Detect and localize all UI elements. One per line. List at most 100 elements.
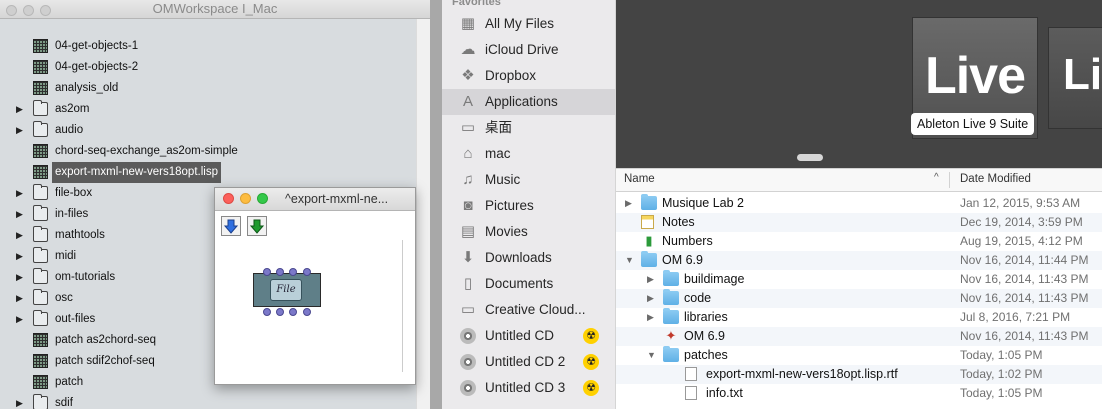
output-arrow-button[interactable] [247, 216, 267, 236]
sidebar-item[interactable]: Untitled CD 2 ☢ [442, 349, 615, 375]
workspace-item-label: out-files [55, 313, 96, 325]
eject-icon[interactable]: ☢ [583, 354, 599, 370]
disclosure-triangle-icon[interactable]: ▶ [16, 99, 23, 120]
disclosure-triangle-icon[interactable]: ▶ [16, 246, 23, 267]
sidebar-item[interactable]: ⬇ Downloads [442, 245, 615, 271]
file-row[interactable]: Notes Dec 19, 2014, 3:59 PM [616, 213, 1102, 232]
disclosure-triangle-icon[interactable]: ▶ [16, 393, 23, 409]
sidebar-item[interactable]: Untitled CD ☢ [442, 323, 615, 349]
column-divider[interactable] [949, 172, 950, 188]
workspace-item[interactable]: analysis_old [0, 78, 417, 99]
file-row[interactable]: ▶ code Nov 16, 2014, 11:43 PM [616, 289, 1102, 308]
folder-icon [663, 346, 679, 362]
disclosure-triangle-icon[interactable]: ▼ [625, 251, 634, 270]
close-button[interactable] [223, 193, 234, 204]
patch-titlebar[interactable]: ^export-mxml-ne... [215, 188, 415, 211]
cover-flow-scrollbar[interactable] [797, 154, 823, 161]
folder-icon [33, 226, 48, 242]
outlet[interactable] [289, 308, 297, 316]
disclosure-triangle-icon[interactable]: ▶ [16, 120, 23, 141]
disclosure-triangle-icon[interactable]: ▶ [647, 289, 654, 308]
disclosure-triangle-icon[interactable]: ▼ [647, 346, 656, 365]
file-row[interactable]: ▼ patches Today, 1:05 PM [616, 346, 1102, 365]
column-header-date[interactable]: Date Modified [960, 173, 1031, 185]
disclosure-triangle-icon[interactable]: ▶ [647, 270, 654, 289]
minimize-button[interactable] [240, 193, 251, 204]
close-button[interactable] [6, 5, 17, 16]
minimize-button[interactable] [23, 5, 34, 16]
file-box-object[interactable]: File [253, 273, 321, 307]
disclosure-triangle-icon[interactable]: ▶ [16, 267, 23, 288]
workspace-item[interactable]: 04-get-objects-2 [0, 57, 417, 78]
workspace-scrollbar[interactable] [416, 19, 430, 409]
inlet[interactable] [289, 268, 297, 276]
patch-canvas-edge [402, 240, 403, 372]
file-row[interactable]: ▶ buildimage Nov 16, 2014, 11:43 PM [616, 270, 1102, 289]
workspace-item[interactable]: ▶ audio [0, 120, 417, 141]
folder-icon [663, 308, 679, 324]
sidebar-item[interactable]: ▤ Movies [442, 219, 615, 245]
sidebar-item-label: 桌面 [485, 120, 512, 135]
sidebar-item[interactable]: A Applications [442, 89, 615, 115]
inlet[interactable] [303, 268, 311, 276]
sidebar-item[interactable]: ❖ Dropbox [442, 63, 615, 89]
disclosure-triangle-icon[interactable]: ▶ [625, 194, 632, 213]
sidebar-item-label: Untitled CD 2 [485, 354, 566, 369]
workspace-item[interactable]: 04-get-objects-1 [0, 36, 417, 57]
workspace-item[interactable]: ▶ sdif [0, 393, 417, 409]
ableton-live-icon-secondary[interactable]: Liv [1048, 27, 1102, 129]
disclosure-triangle-icon[interactable]: ▶ [16, 225, 23, 246]
workspace-item-label: chord-seq-exchange_as2om-simple [55, 145, 238, 157]
input-arrow-button[interactable] [221, 216, 241, 236]
workspace-item[interactable]: ▶ as2om [0, 99, 417, 120]
eject-icon[interactable]: ☢ [583, 328, 599, 344]
outlet[interactable] [303, 308, 311, 316]
disclosure-triangle-icon[interactable]: ▶ [16, 288, 23, 309]
file-row[interactable]: ▶ libraries Jul 8, 2016, 7:21 PM [616, 308, 1102, 327]
disclosure-triangle-icon[interactable]: ▶ [16, 309, 23, 330]
file-date: Nov 16, 2014, 11:44 PM [960, 253, 1089, 267]
file-row[interactable]: info.txt Today, 1:05 PM [616, 384, 1102, 403]
eject-icon[interactable]: ☢ [583, 380, 599, 396]
column-header-name[interactable]: Name [624, 173, 655, 185]
cover-flow-label: Ableton Live 9 Suite [911, 113, 1035, 135]
live-icon-text: Live [924, 47, 1026, 105]
file-row[interactable]: ✦ OM 6.9 Nov 16, 2014, 11:43 PM [616, 327, 1102, 346]
workspace-item[interactable]: export-mxml-new-vers18opt.lisp [0, 162, 417, 183]
finder-sidebar: Favorites ▦ All My Files ☁ iCloud Drive ❖ Dro… [442, 0, 616, 409]
folder-icon [33, 121, 48, 137]
zoom-button[interactable] [257, 193, 268, 204]
sidebar-item[interactable]: ⌂ mac [442, 141, 615, 167]
sidebar-item[interactable]: ◙ Pictures [442, 193, 615, 219]
sidebar-item-label: Movies [485, 224, 528, 239]
inlet[interactable] [263, 268, 271, 276]
sidebar-item[interactable]: Untitled CD 3 ☢ [442, 375, 615, 401]
sidebar-item[interactable]: ▯ Documents [442, 271, 615, 297]
disclosure-triangle-icon[interactable]: ▶ [647, 308, 654, 327]
workspace-item[interactable]: chord-seq-exchange_as2om-simple [0, 141, 417, 162]
disclosure-triangle-icon[interactable]: ▶ [16, 183, 23, 204]
sidebar-item[interactable]: ▭ Creative Cloud... [442, 297, 615, 323]
sidebar-item[interactable]: ♫ Music [442, 167, 615, 193]
disclosure-triangle-icon[interactable]: ▶ [16, 204, 23, 225]
file-date: Today, 1:05 PM [960, 386, 1043, 400]
zoom-button[interactable] [40, 5, 51, 16]
file-box-icon: File [270, 279, 302, 301]
sidebar-item[interactable]: ☁ iCloud Drive [442, 37, 615, 63]
workspace-item-label: file-box [55, 187, 93, 199]
file-row[interactable]: ▼ OM 6.9 Nov 16, 2014, 11:44 PM [616, 251, 1102, 270]
workspace-item-label: patch as2chord-seq [55, 334, 157, 346]
file-date: Nov 16, 2014, 11:43 PM [960, 291, 1089, 305]
file-row[interactable]: export-mxml-new-vers18opt.lisp.rtf Today,… [616, 365, 1102, 384]
outlet[interactable] [276, 308, 284, 316]
sidebar-item[interactable]: ▭ 桌面 [442, 115, 615, 141]
dropbox-icon: ❖ [461, 67, 475, 84]
window-controls [223, 193, 274, 207]
workspace-item-label: midi [55, 250, 77, 262]
inlet[interactable] [276, 268, 284, 276]
outlet[interactable] [263, 308, 271, 316]
sidebar-item[interactable]: ▦ All My Files [442, 11, 615, 37]
file-row[interactable]: ▮ Numbers Aug 19, 2015, 4:12 PM [616, 232, 1102, 251]
file-date: Dec 19, 2014, 3:59 PM [960, 215, 1083, 229]
file-row[interactable]: ▶ Musique Lab 2 Jan 12, 2015, 9:53 AM [616, 194, 1102, 213]
